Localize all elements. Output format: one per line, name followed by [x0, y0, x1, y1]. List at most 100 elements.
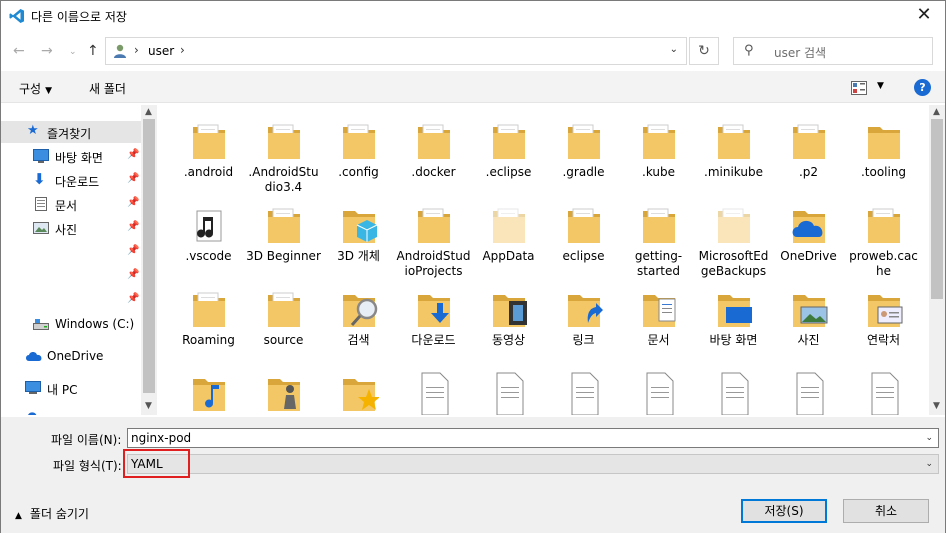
- folder-item[interactable]: 3D Beginner: [246, 193, 321, 277]
- folder-icon: [264, 119, 304, 163]
- folder-name: OneDrive: [780, 249, 837, 263]
- new-folder-button[interactable]: 새 폴더: [89, 80, 126, 97]
- search-input[interactable]: ⚲ user 검색: [733, 37, 933, 65]
- cancel-button[interactable]: 취소: [843, 499, 929, 523]
- scroll-thumb[interactable]: [143, 119, 155, 393]
- chevron-down-icon[interactable]: ⌄: [670, 44, 678, 55]
- folder-item[interactable]: Roaming: [171, 277, 246, 361]
- filetype-select[interactable]: YAML ⌄: [127, 454, 939, 474]
- nav-item-network[interactable]: ●: [1, 405, 141, 415]
- recent-dropdown-icon[interactable]: ⌄: [69, 47, 77, 57]
- caret-down-icon[interactable]: ▼: [877, 81, 884, 91]
- folder-item[interactable]: 링크: [546, 277, 621, 361]
- nav-item-drive-c[interactable]: Windows (C:): [1, 313, 141, 335]
- scroll-up-icon[interactable]: ▲: [145, 107, 152, 117]
- folder-item[interactable]: AndroidStudioProjects: [396, 193, 471, 278]
- back-icon[interactable]: ←: [13, 43, 25, 59]
- hide-folders-button[interactable]: ▲ 폴더 숨기기: [15, 505, 89, 522]
- file-item[interactable]: [696, 361, 771, 415]
- pin-icon[interactable]: 📌: [127, 197, 139, 208]
- folder-item[interactable]: 3D 개체: [321, 193, 396, 277]
- folder-item[interactable]: .config: [321, 109, 396, 193]
- folder-item[interactable]: [321, 361, 396, 415]
- nav-scrollbar[interactable]: ▲ ▼: [141, 105, 157, 415]
- scroll-thumb[interactable]: [931, 119, 943, 299]
- folder-item[interactable]: 바탕 화면: [696, 277, 771, 361]
- folder-item[interactable]: AppData: [471, 193, 546, 277]
- folder-item[interactable]: 검색: [321, 277, 396, 361]
- folder-item[interactable]: MicrosoftEdgeBackups: [696, 193, 771, 278]
- file-item[interactable]: [546, 361, 621, 415]
- folder-icon: [414, 287, 454, 331]
- scroll-down-icon[interactable]: ▼: [145, 401, 152, 411]
- folder-item[interactable]: .p2: [771, 109, 846, 193]
- folder-icon: [789, 287, 829, 331]
- file-item[interactable]: [621, 361, 696, 415]
- help-icon[interactable]: ?: [914, 79, 931, 96]
- organize-button[interactable]: 구성 ▼: [19, 80, 52, 97]
- content-scrollbar[interactable]: ▲ ▼: [929, 105, 945, 415]
- folder-item[interactable]: [171, 361, 246, 415]
- save-button[interactable]: 저장(S): [741, 499, 827, 523]
- folder-item[interactable]: [246, 361, 321, 415]
- folder-item[interactable]: 사진: [771, 277, 846, 361]
- nav-item-documents[interactable]: 문서 📌: [1, 193, 141, 215]
- folder-item[interactable]: 문서: [621, 277, 696, 361]
- chevron-right-icon[interactable]: ›: [180, 43, 185, 57]
- scroll-down-icon[interactable]: ▼: [933, 401, 940, 411]
- close-icon[interactable]: ✕: [909, 3, 939, 29]
- pin-icon[interactable]: 📌: [127, 293, 139, 304]
- document-icon: [35, 197, 47, 211]
- view-options-icon[interactable]: [851, 81, 867, 95]
- chevron-down-icon[interactable]: ⌄: [925, 455, 933, 473]
- nav-label: OneDrive: [47, 349, 104, 363]
- chevron-down-icon[interactable]: ⌄: [925, 429, 933, 447]
- nav-item-pinned-empty[interactable]: 📌: [1, 289, 141, 311]
- folder-item[interactable]: source: [246, 277, 321, 361]
- forward-icon[interactable]: →: [41, 43, 53, 59]
- nav-item-pinned-empty[interactable]: 📌: [1, 265, 141, 287]
- folder-item[interactable]: .minikube: [696, 109, 771, 193]
- file-item[interactable]: [771, 361, 846, 415]
- folder-item[interactable]: .eclipse: [471, 109, 546, 193]
- folder-item[interactable]: .android: [171, 109, 246, 193]
- filename-input[interactable]: nginx-pod ⌄: [127, 428, 939, 448]
- pin-icon[interactable]: 📌: [127, 173, 139, 184]
- folder-item[interactable]: .vscode: [171, 193, 246, 277]
- folder-item[interactable]: .docker: [396, 109, 471, 193]
- up-icon[interactable]: ↑: [87, 43, 99, 59]
- file-item[interactable]: [846, 361, 921, 415]
- folder-item[interactable]: 다운로드: [396, 277, 471, 361]
- nav-item-pictures[interactable]: 사진 📌: [1, 217, 141, 239]
- folder-item[interactable]: 동영상: [471, 277, 546, 361]
- nav-item-favorites[interactable]: ★ 즐겨찾기: [1, 121, 141, 143]
- nav-item-desktop[interactable]: 바탕 화면 📌: [1, 145, 141, 167]
- folder-item[interactable]: getting-started: [621, 193, 696, 278]
- folder-item[interactable]: .kube: [621, 109, 696, 193]
- folder-item[interactable]: eclipse: [546, 193, 621, 277]
- file-item[interactable]: [471, 361, 546, 415]
- nav-item-this-pc[interactable]: 내 PC: [1, 377, 141, 399]
- pin-icon[interactable]: 📌: [127, 149, 139, 160]
- folder-item[interactable]: .tooling: [846, 109, 921, 193]
- folder-item[interactable]: OneDrive: [771, 193, 846, 277]
- folder-item[interactable]: .AndroidStudio3.4: [246, 109, 321, 194]
- pin-icon[interactable]: 📌: [127, 221, 139, 232]
- nav-item-downloads[interactable]: ⬇ 다운로드 📌: [1, 169, 141, 191]
- folder-item[interactable]: .gradle: [546, 109, 621, 193]
- address-bar[interactable]: › user › ⌄: [105, 37, 687, 65]
- nav-item-pinned-empty[interactable]: 📌: [1, 241, 141, 263]
- file-item[interactable]: [396, 361, 471, 415]
- pin-icon[interactable]: 📌: [127, 245, 139, 256]
- desktop-icon: [33, 149, 49, 163]
- nav-item-onedrive[interactable]: OneDrive: [1, 345, 141, 367]
- folder-item[interactable]: 연락처: [846, 277, 921, 361]
- folder-item[interactable]: proweb.cache: [846, 193, 921, 278]
- refresh-button[interactable]: ↻: [689, 37, 719, 65]
- filename-value: nginx-pod: [131, 431, 192, 445]
- folder-icon: [189, 287, 229, 331]
- pin-icon[interactable]: 📌: [127, 269, 139, 280]
- scroll-up-icon[interactable]: ▲: [933, 107, 940, 117]
- folder-icon: [339, 203, 379, 247]
- breadcrumb-user[interactable]: user: [148, 44, 174, 58]
